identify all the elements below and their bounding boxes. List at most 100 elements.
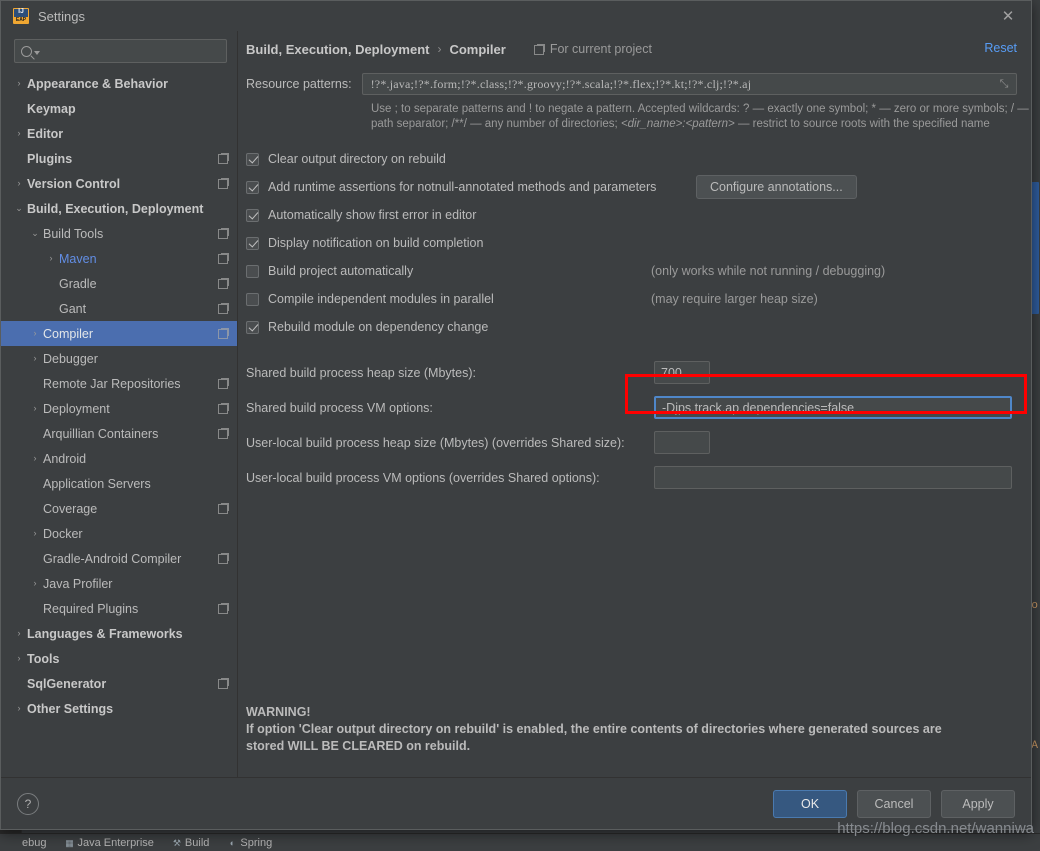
- resource-patterns-field[interactable]: ⤡: [361, 73, 1017, 95]
- warning-line-2: stored WILL BE CLEARED on rebuild.: [246, 739, 471, 753]
- sidebar-item-label: Other Settings: [27, 701, 114, 716]
- chevron-right-icon[interactable]: ›: [27, 329, 43, 338]
- input-user-local-build-process-vm-options-overrides-shared-options[interactable]: [654, 466, 1012, 489]
- input-user-local-build-process-heap-size-mbytes-overrides-shared-size[interactable]: [654, 431, 710, 454]
- chevron-right-icon[interactable]: ›: [27, 404, 43, 413]
- sidebar-item-gradle[interactable]: Gradle: [1, 271, 237, 296]
- chevron-right-icon[interactable]: ›: [11, 179, 27, 188]
- sidebar-item-appearance-behavior[interactable]: › Appearance & Behavior: [1, 71, 237, 96]
- checkbox-clear-output-directory-on-rebuild[interactable]: [246, 152, 259, 166]
- warning-line-1: If option 'Clear output directory on reb…: [246, 722, 942, 736]
- tool-button-build[interactable]: ⚒ Build: [163, 837, 218, 849]
- checkbox-label[interactable]: Display notification on build completion: [268, 236, 483, 250]
- sidebar-item-languages-frameworks[interactable]: › Languages & Frameworks: [1, 621, 237, 646]
- module-icon: [218, 228, 229, 239]
- chevron-right-icon[interactable]: ›: [27, 454, 43, 463]
- cancel-button[interactable]: Cancel: [857, 789, 931, 818]
- tool-button-java-enterprise[interactable]: ▦ Java Enterprise: [55, 837, 162, 849]
- sidebar-item-editor[interactable]: › Editor: [1, 121, 237, 146]
- sidebar-item-build-execution-deployment[interactable]: ⌄ Build, Execution, Deployment: [1, 196, 237, 221]
- breadcrumb-parent[interactable]: Build, Execution, Deployment: [246, 42, 429, 57]
- sidebar-item-tools[interactable]: › Tools: [1, 646, 237, 671]
- ok-button[interactable]: OK: [773, 789, 847, 818]
- apply-button[interactable]: Apply: [941, 789, 1015, 818]
- sidebar-item-compiler[interactable]: › Compiler: [1, 321, 237, 346]
- sidebar-item-gradle-android-compiler[interactable]: Gradle-Android Compiler: [1, 546, 237, 571]
- build-icon: ⚒: [172, 837, 181, 848]
- sidebar-item-docker[interactable]: › Docker: [1, 521, 237, 546]
- module-icon: [218, 678, 229, 689]
- chevron-right-icon[interactable]: ›: [27, 354, 43, 363]
- checkbox-automatically-show-first-error-in-editor[interactable]: [246, 208, 259, 222]
- sidebar-item-build-tools[interactable]: ⌄ Build Tools: [1, 221, 237, 246]
- chevron-down-icon[interactable]: [34, 51, 40, 55]
- sidebar-item-other-settings[interactable]: › Other Settings: [1, 696, 237, 721]
- chevron-down-icon[interactable]: ⌄: [27, 229, 43, 238]
- sidebar-item-label: Version Control: [27, 176, 121, 191]
- field-row: Shared build process VM options:: [246, 390, 1017, 425]
- sidebar-item-label: Maven: [59, 251, 97, 266]
- close-icon[interactable]: ✕: [993, 5, 1023, 27]
- sidebar-item-label: Arquillian Containers: [43, 426, 159, 441]
- sidebar-item-gant[interactable]: Gant: [1, 296, 237, 321]
- sidebar-item-android[interactable]: › Android: [1, 446, 237, 471]
- chevron-right-icon[interactable]: ›: [27, 529, 43, 538]
- search-field[interactable]: [14, 39, 227, 63]
- input-shared-build-process-vm-options[interactable]: [654, 396, 1012, 419]
- checkbox-label[interactable]: Clear output directory on rebuild: [268, 152, 446, 166]
- for-current-project-indicator: For current project: [533, 42, 652, 56]
- configure-annotations-button[interactable]: Configure annotations...: [696, 175, 857, 199]
- sidebar-item-debugger[interactable]: › Debugger: [1, 346, 237, 371]
- chevron-right-icon[interactable]: ›: [27, 579, 43, 588]
- checkbox-label[interactable]: Rebuild module on dependency change: [268, 320, 488, 334]
- search-icon: [21, 45, 32, 57]
- settings-main-panel: Build, Execution, Deployment › Compiler …: [238, 31, 1031, 777]
- checkbox-label[interactable]: Compile independent modules in parallel: [268, 292, 494, 306]
- checkbox-label[interactable]: Add runtime assertions for notnull-annot…: [268, 180, 656, 194]
- checkbox-label[interactable]: Automatically show first error in editor: [268, 208, 476, 222]
- intellij-eap-icon: [13, 8, 29, 24]
- checkbox-label[interactable]: Build project automatically: [268, 264, 413, 278]
- sidebar-item-coverage[interactable]: Coverage: [1, 496, 237, 521]
- sidebar-item-arquillian-containers[interactable]: Arquillian Containers: [1, 421, 237, 446]
- chevron-right-icon[interactable]: ›: [11, 129, 27, 138]
- reset-link[interactable]: Reset: [984, 41, 1017, 55]
- help-button[interactable]: ?: [17, 792, 39, 815]
- sidebar-item-maven[interactable]: › Maven: [1, 246, 237, 271]
- sidebar-item-required-plugins[interactable]: Required Plugins: [1, 596, 237, 621]
- checkbox-compile-independent-modules-in-parallel[interactable]: [246, 292, 259, 306]
- search-input[interactable]: [42, 43, 220, 59]
- breadcrumb-current: Compiler: [449, 41, 506, 57]
- sidebar-item-application-servers[interactable]: Application Servers: [1, 471, 237, 496]
- search-container: [1, 31, 237, 69]
- chevron-right-icon[interactable]: ›: [11, 654, 27, 663]
- checkbox-build-project-automatically[interactable]: [246, 264, 259, 278]
- sidebar-item-java-profiler[interactable]: › Java Profiler: [1, 571, 237, 596]
- tool-button-label: Java Enterprise: [77, 836, 154, 849]
- sidebar-item-deployment[interactable]: › Deployment: [1, 396, 237, 421]
- chevron-right-icon[interactable]: ›: [11, 629, 27, 638]
- tool-button-debug[interactable]: ebug: [0, 837, 55, 849]
- chevron-down-icon[interactable]: ⌄: [11, 204, 27, 213]
- sidebar-item-plugins[interactable]: Plugins: [1, 146, 237, 171]
- chevron-right-icon[interactable]: ›: [11, 704, 27, 713]
- resource-patterns-hint: Use ; to separate patterns and ! to nega…: [371, 102, 1031, 132]
- chevron-right-icon[interactable]: ›: [11, 79, 27, 88]
- tool-button-label: Spring: [240, 836, 273, 849]
- sidebar-item-sqlgenerator[interactable]: SqlGenerator: [1, 671, 237, 696]
- chevron-right-icon[interactable]: ›: [43, 254, 59, 263]
- checkbox-display-notification-on-build-completion[interactable]: [246, 236, 259, 250]
- sidebar-item-label: Remote Jar Repositories: [43, 376, 181, 391]
- module-icon: [218, 553, 229, 564]
- input-shared-build-process-heap-size-mbytes[interactable]: [654, 361, 710, 384]
- resource-patterns-row: Resource patterns: ⤡: [246, 73, 1017, 95]
- checkbox-add-runtime-assertions-for-notnull-annotated-methods-and-parameters[interactable]: [246, 180, 259, 194]
- sidebar-item-version-control[interactable]: › Version Control: [1, 171, 237, 196]
- expand-icon[interactable]: ⤡: [998, 78, 1010, 90]
- tool-button-spring[interactable]: ◐ Spring: [218, 837, 281, 849]
- checkbox-row: Add runtime assertions for notnull-annot…: [246, 173, 1017, 201]
- checkbox-rebuild-module-on-dependency-change[interactable]: [246, 320, 259, 334]
- sidebar-item-keymap[interactable]: Keymap: [1, 96, 237, 121]
- sidebar-item-remote-jar-repositories[interactable]: Remote Jar Repositories: [1, 371, 237, 396]
- resource-patterns-input[interactable]: [368, 75, 998, 93]
